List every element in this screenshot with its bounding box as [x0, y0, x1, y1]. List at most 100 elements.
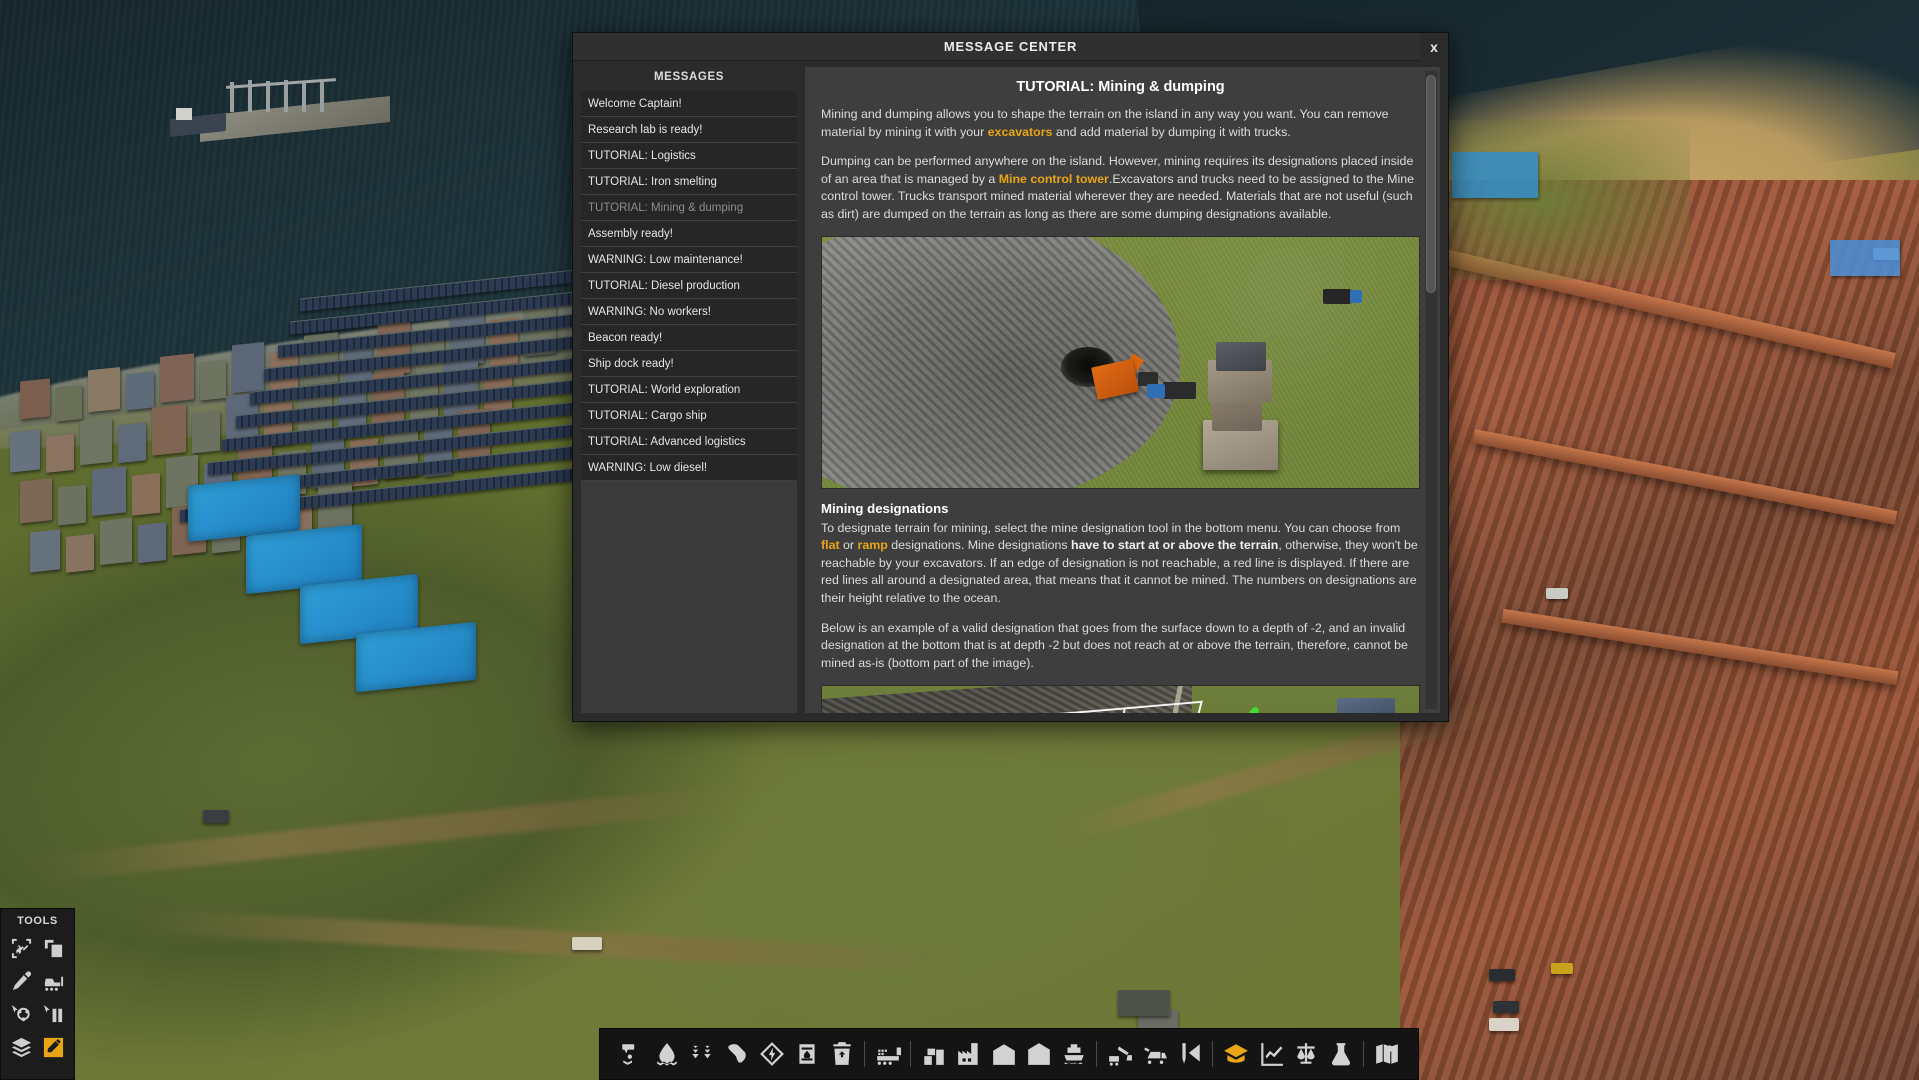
- truck-vehicle[interactable]: [1489, 969, 1515, 981]
- message-list-item[interactable]: WARNING: No workers!: [581, 299, 797, 325]
- message-list-item[interactable]: WARNING: Low diesel!: [581, 455, 797, 481]
- bulldozer-icon[interactable]: [40, 967, 68, 996]
- message-list-item[interactable]: TUTORIAL: Diesel production: [581, 273, 797, 299]
- message-center-window: MESSAGE CENTER x MESSAGES Welcome Captai…: [572, 32, 1449, 722]
- toolbar-separator: [864, 1041, 865, 1067]
- paragraph-3-text-b: or: [839, 538, 858, 553]
- mine-control-tower: [1323, 693, 1407, 713]
- color-picker-icon[interactable]: [8, 967, 36, 996]
- message-list-item-label: TUTORIAL: Cargo ship: [588, 409, 707, 422]
- pause-select-icon[interactable]: [40, 1000, 68, 1029]
- mine-control-tower: [1201, 340, 1282, 471]
- section-heading-mining-designations: Mining designations: [821, 500, 949, 516]
- message-list-item-label: Research lab is ready!: [588, 123, 703, 136]
- statistics-icon[interactable]: [1253, 1034, 1288, 1074]
- messages-header: MESSAGES: [654, 71, 724, 83]
- message-list-item[interactable]: Ship dock ready!: [581, 351, 797, 377]
- copy-paste-icon[interactable]: [40, 934, 68, 963]
- message-list-item-label: Assembly ready!: [588, 227, 674, 240]
- layers-icon[interactable]: [8, 1033, 36, 1062]
- message-list-item-label: Welcome Captain!: [588, 97, 682, 110]
- paragraph-3-text-a: To designate terrain for mining, select …: [821, 520, 1401, 535]
- excavators-link[interactable]: excavators: [988, 125, 1053, 139]
- power-icon[interactable]: [754, 1034, 789, 1074]
- truck-vehicle: [1323, 289, 1363, 304]
- bottom-toolbar: [599, 1028, 1419, 1080]
- window-titlebar[interactable]: MESSAGE CENTER x: [573, 33, 1448, 61]
- message-list-item[interactable]: Beacon ready!: [581, 325, 797, 351]
- message-list-item[interactable]: TUTORIAL: Mining & dumping: [581, 195, 797, 221]
- window-title: MESSAGE CENTER: [943, 39, 1078, 54]
- close-icon[interactable]: x: [1420, 33, 1448, 61]
- message-list-item[interactable]: TUTORIAL: Iron smelting: [581, 169, 797, 195]
- message-list-item[interactable]: TUTORIAL: World exploration: [581, 377, 797, 403]
- messages-sidebar: MESSAGES Welcome Captain! Research lab is…: [581, 67, 797, 713]
- ramp-link[interactable]: ramp: [858, 538, 888, 552]
- oil-barrel-icon[interactable]: [789, 1034, 824, 1074]
- water-pump-icon[interactable]: [649, 1034, 684, 1074]
- edit-pencil-icon[interactable]: [40, 1033, 68, 1062]
- balance-icon[interactable]: [1288, 1034, 1323, 1074]
- factory-icon[interactable]: [951, 1034, 986, 1074]
- valid-checkmark-icon: [1216, 701, 1262, 713]
- map-icon[interactable]: [1369, 1034, 1404, 1074]
- toolbar-separator: [1212, 1041, 1213, 1067]
- cargo-ship-icon[interactable]: [1056, 1034, 1091, 1074]
- rocket-icon[interactable]: [1172, 1034, 1207, 1074]
- message-list-item-label: TUTORIAL: Advanced logistics: [588, 435, 746, 448]
- tools-grid: [1, 934, 74, 1062]
- article-paragraph-2: Dumping can be performed anywhere on the…: [821, 153, 1420, 223]
- shipyard-icon[interactable]: [1021, 1034, 1056, 1074]
- mine-control-tower-link[interactable]: Mine control tower: [999, 172, 1109, 186]
- article-scrollbar[interactable]: [1425, 71, 1437, 709]
- pond-building: [1830, 240, 1900, 276]
- mining-icon[interactable]: [614, 1034, 649, 1074]
- paragraph-1-text-b: and add material by dumping it with truc…: [1052, 124, 1291, 139]
- valid-designation-screenshot: [821, 684, 1420, 713]
- ship-dock: [170, 78, 390, 142]
- message-list-item-label: TUTORIAL: Diesel production: [588, 279, 740, 292]
- article-paragraph-1: Mining and dumping allows you to shape t…: [821, 106, 1420, 141]
- truck-vehicle[interactable]: [1546, 588, 1568, 599]
- truck-icon[interactable]: [1137, 1034, 1172, 1074]
- cut-selection-icon[interactable]: [8, 934, 36, 963]
- truck-vehicle[interactable]: [1489, 1018, 1519, 1031]
- rotate-select-icon[interactable]: [8, 1000, 36, 1029]
- message-list-item[interactable]: Welcome Captain!: [581, 91, 797, 117]
- message-list-item[interactable]: Assembly ready!: [581, 221, 797, 247]
- toolbar-separator: [1096, 1041, 1097, 1067]
- toolbar-separator: [1363, 1041, 1364, 1067]
- lab-flask-icon[interactable]: [1323, 1034, 1358, 1074]
- message-list-item[interactable]: TUTORIAL: Advanced logistics: [581, 429, 797, 455]
- excavator-vehicle[interactable]: [1118, 990, 1170, 1016]
- toolbar-separator: [910, 1041, 911, 1067]
- scrollbar-thumb[interactable]: [1426, 75, 1436, 293]
- message-list-item-label: WARNING: No workers!: [588, 305, 711, 318]
- article-title: TUTORIAL: Mining & dumping: [1016, 79, 1225, 95]
- message-list-item[interactable]: TUTORIAL: Logistics: [581, 143, 797, 169]
- farming-icon[interactable]: [684, 1034, 719, 1074]
- truck-vehicle[interactable]: [1551, 963, 1573, 974]
- paragraph-3-bold: have to start at or above the terrain: [1071, 538, 1279, 553]
- warehouse-icon[interactable]: [986, 1034, 1021, 1074]
- storage-icon[interactable]: [916, 1034, 951, 1074]
- truck-vehicle[interactable]: [1493, 1001, 1519, 1013]
- mining-drill-icon[interactable]: [719, 1034, 754, 1074]
- message-list-item[interactable]: WARNING: Low maintenance!: [581, 247, 797, 273]
- messages-list[interactable]: Welcome Captain! Research lab is ready! TU…: [581, 91, 797, 713]
- conveyor-icon[interactable]: [870, 1034, 905, 1074]
- waste-recycle-icon[interactable]: [824, 1034, 859, 1074]
- flat-link[interactable]: flat: [821, 538, 840, 552]
- message-list-item-label: Beacon ready!: [588, 331, 663, 344]
- research-graduation-icon[interactable]: [1218, 1034, 1253, 1074]
- mining-site-screenshot: [821, 235, 1420, 489]
- message-list-item[interactable]: Research lab is ready!: [581, 117, 797, 143]
- message-list-item-label: Ship dock ready!: [588, 357, 674, 370]
- message-list-item-label: WARNING: Low diesel!: [588, 461, 708, 474]
- article-paragraph-3: To designate terrain for mining, select …: [821, 520, 1420, 608]
- truck-vehicle[interactable]: [572, 937, 602, 950]
- message-list-item[interactable]: TUTORIAL: Cargo ship: [581, 403, 797, 429]
- article-paragraph-4: Below is an example of a valid designati…: [821, 620, 1408, 670]
- excavator-icon[interactable]: [1102, 1034, 1137, 1074]
- truck-vehicle[interactable]: [203, 810, 229, 823]
